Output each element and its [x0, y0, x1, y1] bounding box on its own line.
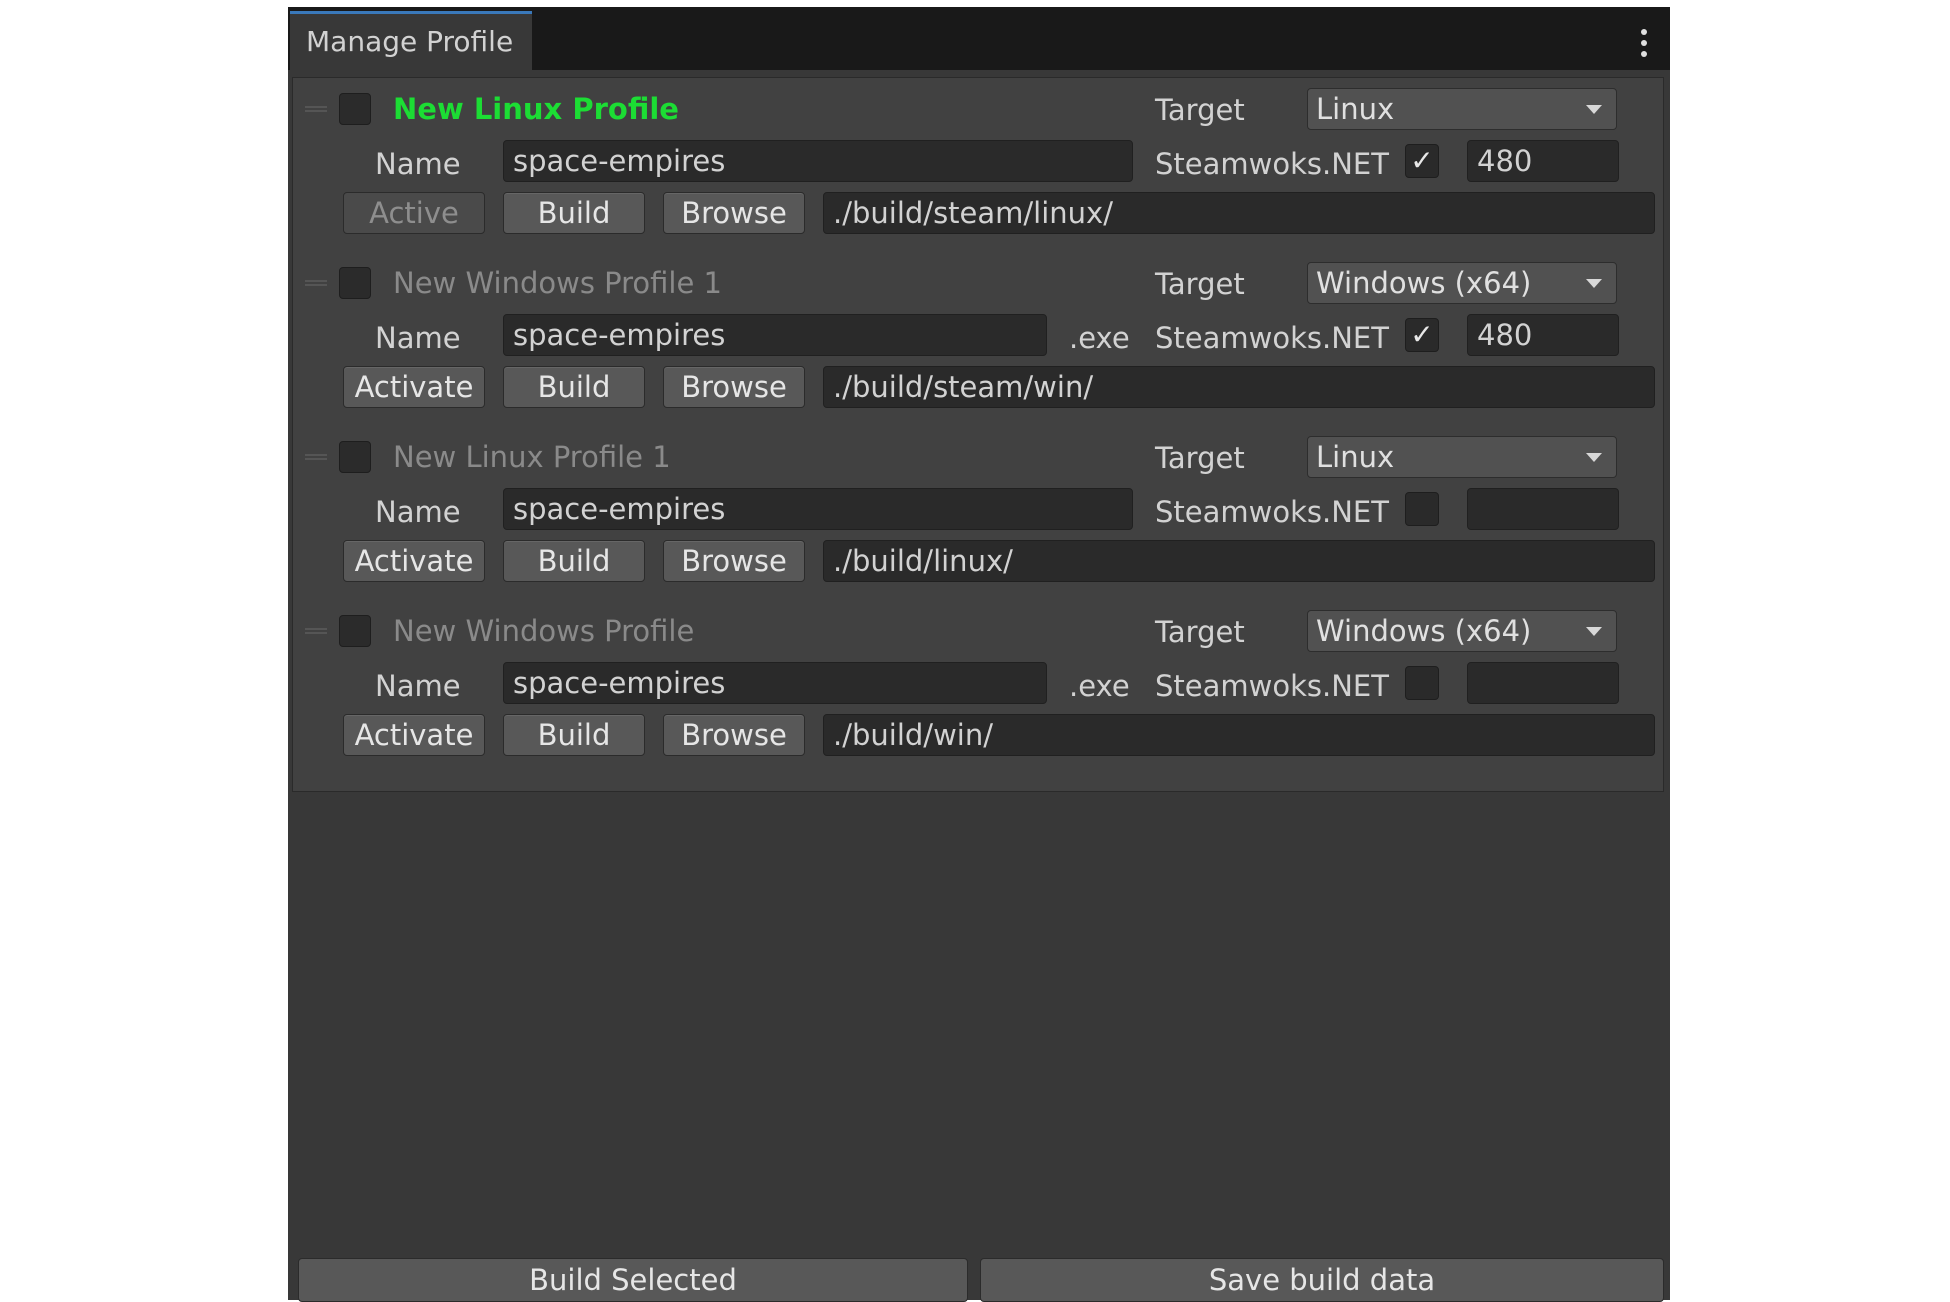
profile-title: New Linux Profile 1 [393, 440, 671, 474]
browse-button[interactable]: Browse [663, 540, 805, 582]
build-name-input[interactable]: space-empires [503, 314, 1047, 356]
name-label: Name [375, 321, 461, 355]
build-button[interactable]: Build [503, 366, 645, 408]
target-value: Linux [1316, 440, 1395, 474]
checkmark-icon: ✓ [1410, 318, 1434, 351]
steamworks-checkbox[interactable]: ✓ [1405, 318, 1439, 352]
steamworks-checkbox[interactable]: ✓ [1405, 144, 1439, 178]
build-selected-button[interactable]: Build Selected [298, 1258, 968, 1302]
steam-app-id-input[interactable]: 480 [1467, 140, 1619, 182]
target-value: Windows (x64) [1316, 614, 1532, 648]
profile-title: New Linux Profile [393, 92, 679, 126]
drag-handle-icon[interactable] [305, 280, 327, 286]
profile-select-checkbox[interactable] [339, 441, 371, 473]
output-path-input[interactable]: ./build/steam/linux/ [823, 192, 1655, 234]
steam-app-id-input[interactable] [1467, 662, 1619, 704]
target-dropdown[interactable]: Windows (x64) [1307, 262, 1617, 304]
chevron-down-icon [1586, 105, 1602, 114]
build-button[interactable]: Build [503, 540, 645, 582]
activate-button[interactable]: Activate [343, 540, 485, 582]
steamworks-checkbox[interactable] [1405, 492, 1439, 526]
name-label: Name [375, 495, 461, 529]
name-label: Name [375, 669, 461, 703]
output-path-input[interactable]: ./build/win/ [823, 714, 1655, 756]
save-build-data-button[interactable]: Save build data [980, 1258, 1664, 1302]
profile-select-checkbox[interactable] [339, 93, 371, 125]
target-value: Linux [1316, 92, 1395, 126]
activate-button[interactable]: Activate [343, 714, 485, 756]
browse-button[interactable]: Browse [663, 714, 805, 756]
target-value: Windows (x64) [1316, 266, 1532, 300]
extension-label: .exe [1069, 321, 1130, 355]
name-label: Name [375, 147, 461, 181]
build-name-input[interactable]: space-empires [503, 662, 1047, 704]
output-path-input[interactable]: ./build/linux/ [823, 540, 1655, 582]
profile-select-checkbox[interactable] [339, 267, 371, 299]
steam-app-id-input[interactable] [1467, 488, 1619, 530]
build-name-input[interactable]: space-empires [503, 488, 1133, 530]
chevron-down-icon [1586, 627, 1602, 636]
target-dropdown[interactable]: Linux [1307, 88, 1617, 130]
steamworks-label: Steamwoks.NET [1155, 669, 1389, 703]
output-path-input[interactable]: ./build/steam/win/ [823, 366, 1655, 408]
browse-button[interactable]: Browse [663, 366, 805, 408]
checkmark-icon: ✓ [1410, 144, 1434, 177]
profile-entry: New Windows Profile 1 Target Windows (x64)… [293, 252, 1665, 426]
target-label: Target [1155, 93, 1245, 127]
profile-list: New Linux Profile Target Linux Name space-em… [292, 77, 1664, 792]
active-button: Active [343, 192, 485, 234]
target-dropdown[interactable]: Windows (x64) [1307, 610, 1617, 652]
profile-title: New Windows Profile 1 [393, 266, 722, 300]
steamworks-label: Steamwoks.NET [1155, 147, 1389, 181]
tab-manage-profile[interactable]: Manage Profile [290, 11, 532, 70]
target-dropdown[interactable]: Linux [1307, 436, 1617, 478]
extension-label: .exe [1069, 669, 1130, 703]
steam-app-id-input[interactable]: 480 [1467, 314, 1619, 356]
steamworks-label: Steamwoks.NET [1155, 495, 1389, 529]
steamworks-checkbox[interactable] [1405, 666, 1439, 700]
build-button[interactable]: Build [503, 714, 645, 756]
target-label: Target [1155, 615, 1245, 649]
kebab-menu-icon[interactable] [1640, 29, 1648, 57]
chevron-down-icon [1586, 279, 1602, 288]
chevron-down-icon [1586, 453, 1602, 462]
drag-handle-icon[interactable] [305, 106, 327, 112]
profile-entry: New Windows Profile Target Windows (x64) Na… [293, 600, 1665, 774]
build-name-input[interactable]: space-empires [503, 140, 1133, 182]
build-button[interactable]: Build [503, 192, 645, 234]
browse-button[interactable]: Browse [663, 192, 805, 234]
manage-profile-window: Manage Profile New Linux Profile Target Li… [288, 7, 1670, 1302]
activate-button[interactable]: Activate [343, 366, 485, 408]
drag-handle-icon[interactable] [305, 628, 327, 634]
profile-entry: New Linux Profile 1 Target Linux Name space-… [293, 426, 1665, 600]
steamworks-label: Steamwoks.NET [1155, 321, 1389, 355]
tab-bar: Manage Profile [288, 7, 1670, 70]
target-label: Target [1155, 267, 1245, 301]
profile-title: New Windows Profile [393, 614, 695, 648]
profile-select-checkbox[interactable] [339, 615, 371, 647]
target-label: Target [1155, 441, 1245, 475]
profile-entry: New Linux Profile Target Linux Name space-em… [293, 78, 1665, 252]
drag-handle-icon[interactable] [305, 454, 327, 460]
